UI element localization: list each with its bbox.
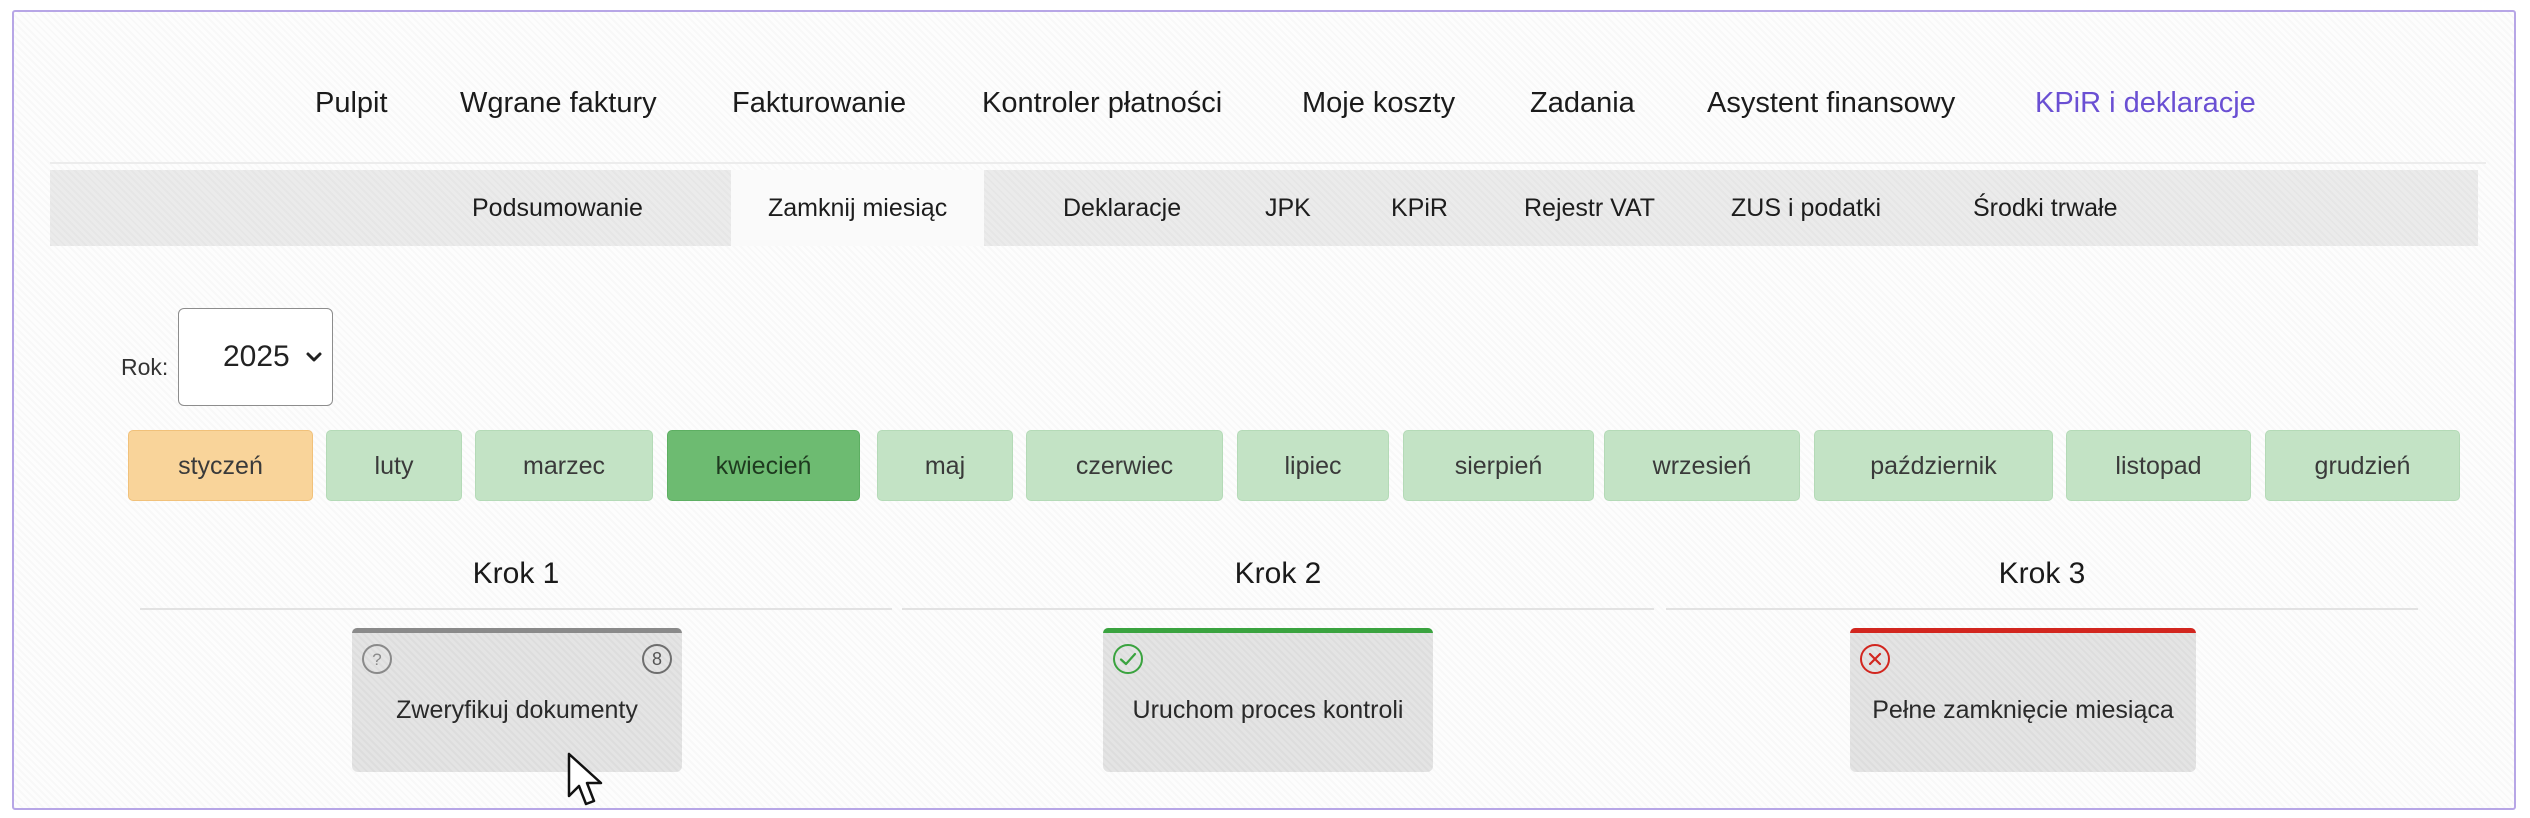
subnav-item-rejestr-vat[interactable]: Rejestr VAT: [1524, 170, 1655, 246]
mouse-pointer-icon: [567, 752, 603, 806]
step-1-card[interactable]: ? 8 Zweryfikuj dokumenty: [352, 628, 682, 772]
nav-item-kontroler-platnosci[interactable]: Kontroler płatności: [982, 87, 1222, 120]
step-3-status-bar: [1850, 628, 2196, 633]
subnav-item-zamknij-miesiac[interactable]: Zamknij miesiąc: [731, 170, 985, 246]
question-icon: ?: [362, 644, 392, 674]
step-1-card-label: Zweryfikuj dokumenty: [396, 696, 638, 724]
svg-text:?: ?: [372, 650, 381, 669]
step-2-divider: [902, 608, 1654, 610]
nav-item-moje-koszty[interactable]: Moje koszty: [1302, 87, 1455, 120]
step-2-title: Krok 2: [1234, 557, 1322, 590]
step-2-card[interactable]: Uruchom proces kontroli: [1103, 628, 1433, 772]
step-1-title: Krok 1: [472, 557, 560, 590]
nav-item-zadania[interactable]: Zadania: [1530, 87, 1635, 120]
month-wrzesien[interactable]: wrzesień: [1604, 430, 1800, 501]
step-3-divider: [1666, 608, 2418, 610]
month-pazdziernik[interactable]: październik: [1814, 430, 2053, 501]
month-grudzien[interactable]: grudzień: [2265, 430, 2460, 501]
month-maj[interactable]: maj: [877, 430, 1013, 501]
step-3-card-label: Pełne zamknięcie miesiąca: [1872, 696, 2174, 724]
nav-divider: [50, 162, 2486, 164]
step-3-title: Krok 3: [1998, 557, 2086, 590]
main-nav: Pulpit Wgrane faktury Fakturowanie Kontr…: [14, 87, 2514, 137]
nav-item-kpir-i-deklaracje[interactable]: KPiR i deklaracje: [2035, 87, 2256, 120]
check-circle-icon: [1113, 644, 1143, 674]
year-label: Rok:: [121, 354, 169, 380]
step-2-status-bar: [1103, 628, 1433, 633]
step-2-card-label: Uruchom proces kontroli: [1132, 696, 1404, 724]
step-1-status-bar: [352, 628, 682, 633]
subnav-item-podsumowanie[interactable]: Podsumowanie: [472, 170, 643, 246]
subnav-item-kpir[interactable]: KPiR: [1391, 170, 1448, 246]
month-lipiec[interactable]: lipiec: [1237, 430, 1389, 501]
subnav-item-srodki-trwale[interactable]: Środki trwałe: [1973, 170, 2118, 246]
month-listopad[interactable]: listopad: [2066, 430, 2251, 501]
month-styczen[interactable]: styczeń: [128, 430, 313, 501]
month-kwiecien[interactable]: kwiecień: [667, 430, 860, 501]
sub-nav: Podsumowanie Zamknij miesiąc Deklaracje …: [50, 170, 2478, 246]
document-count-badge: 8: [640, 642, 674, 676]
nav-item-wgrane-faktury[interactable]: Wgrane faktury: [460, 87, 657, 120]
nav-item-asystent-finansowy[interactable]: Asystent finansowy: [1707, 87, 1955, 120]
subnav-item-zus-i-podatki[interactable]: ZUS i podatki: [1731, 170, 1881, 246]
chevron-down-icon: [306, 352, 322, 362]
step-1-divider: [140, 608, 892, 610]
month-marzec[interactable]: marzec: [475, 430, 653, 501]
step-3-card[interactable]: Pełne zamknięcie miesiąca: [1850, 628, 2196, 772]
year-select[interactable]: 2025: [178, 308, 333, 406]
month-luty[interactable]: luty: [326, 430, 462, 501]
year-value: 2025: [223, 340, 290, 373]
month-sierpien[interactable]: sierpień: [1403, 430, 1594, 501]
subnav-item-deklaracje[interactable]: Deklaracje: [1063, 170, 1181, 246]
month-czerwiec[interactable]: czerwiec: [1026, 430, 1223, 501]
subnav-item-jpk[interactable]: JPK: [1265, 170, 1311, 246]
nav-item-pulpit[interactable]: Pulpit: [315, 87, 388, 120]
x-circle-icon: [1860, 644, 1890, 674]
nav-item-fakturowanie[interactable]: Fakturowanie: [732, 87, 906, 120]
app-frame: Pulpit Wgrane faktury Fakturowanie Kontr…: [12, 10, 2516, 810]
